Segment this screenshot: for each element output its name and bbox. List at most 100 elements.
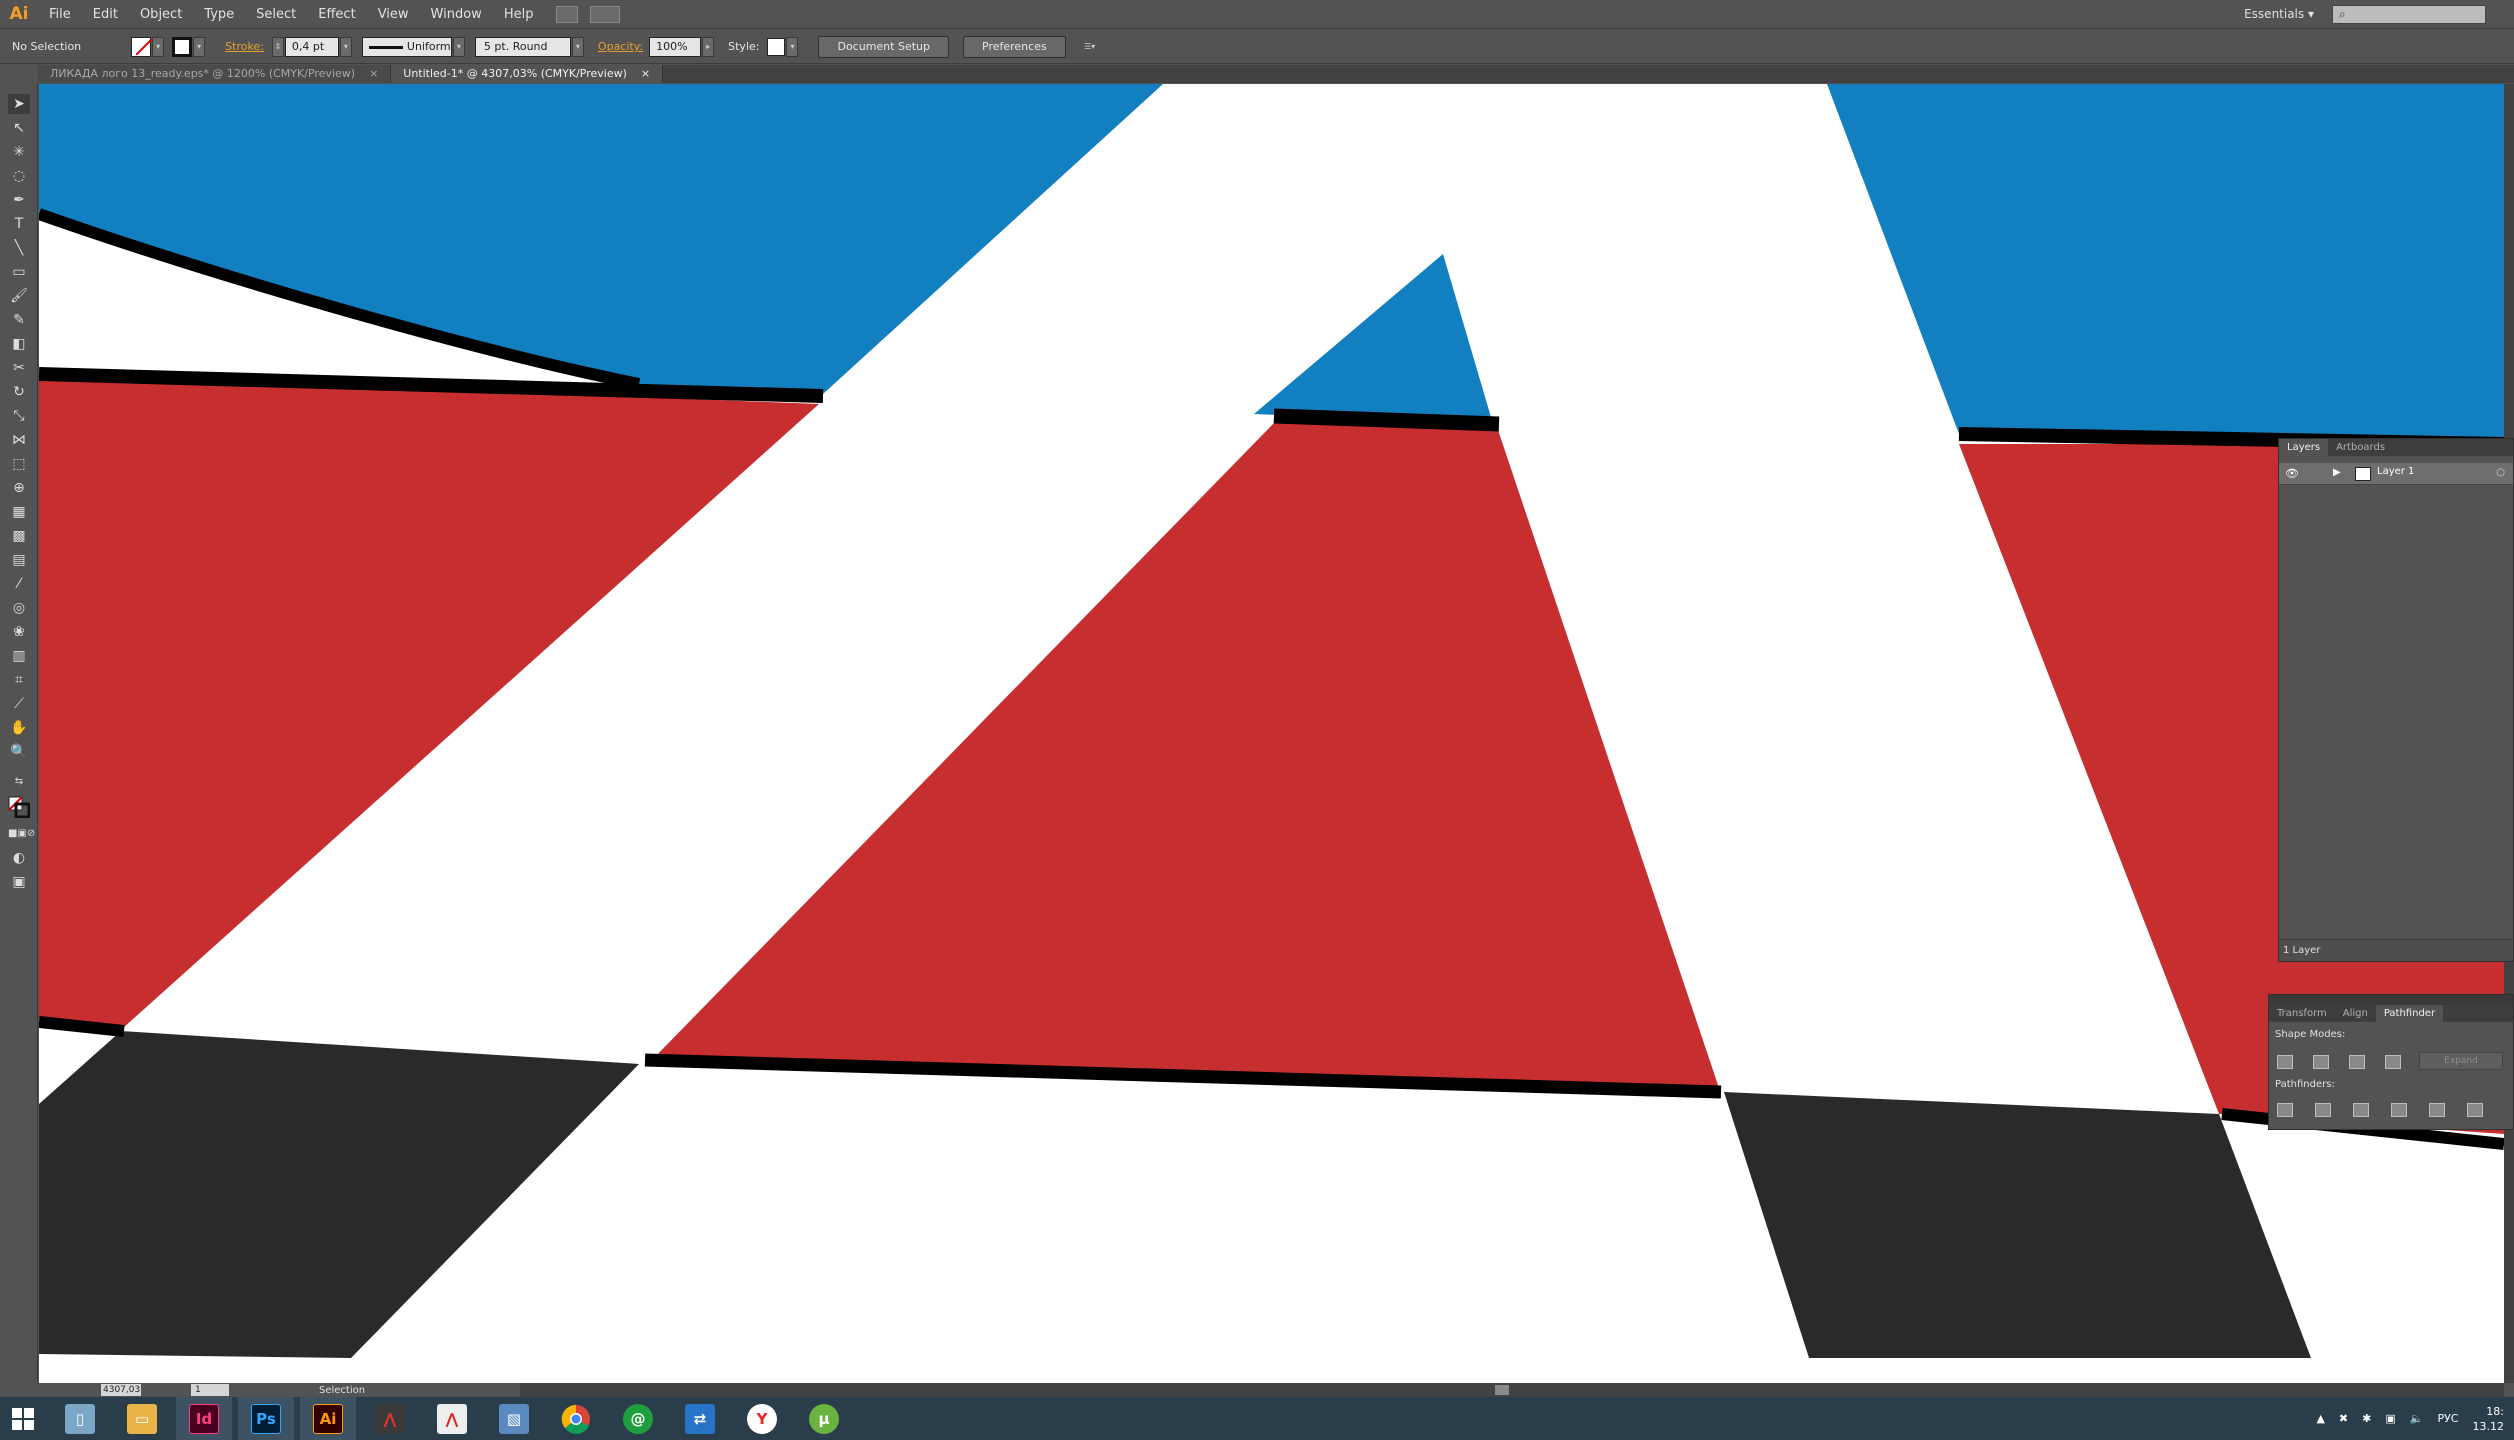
stroke-weight-dropdown-icon[interactable]: ▾ <box>339 36 352 57</box>
preferences-button[interactable]: Preferences <box>963 35 1066 58</box>
brush-definition[interactable]: 5 pt. Round <box>474 36 571 57</box>
expand-triangle-icon[interactable]: ▶ <box>2333 467 2341 478</box>
arrange-documents-icon[interactable] <box>590 5 621 23</box>
monitor-icon[interactable]: ▣ <box>2385 1412 2395 1425</box>
merge-icon[interactable] <box>2353 1103 2369 1117</box>
variable-width-profile[interactable]: Uniform <box>361 36 452 57</box>
tray-expand-icon[interactable]: ▲ <box>2316 1412 2324 1425</box>
eraser-tool-icon[interactable]: ◧ <box>8 334 30 354</box>
fill-swatch[interactable] <box>131 36 152 57</box>
tab-artboards[interactable]: Artboards <box>2328 439 2393 456</box>
tab-untitled-1[interactable]: Untitled-1* @ 4307,03% (CMYK/Preview) × <box>391 65 664 83</box>
scissors-tool-icon[interactable]: ✂ <box>8 358 30 378</box>
target-circle-icon[interactable]: ○ <box>2496 467 2505 478</box>
volume-icon[interactable]: 🔈 <box>2410 1412 2424 1425</box>
tab-likada-logo[interactable]: ЛИКАДА лого 13_ready.eps* @ 1200% (CMYK/… <box>38 65 392 83</box>
tab-transform[interactable]: Transform <box>2269 1005 2335 1022</box>
stroke-stepper-icon[interactable]: ⇕ <box>271 36 284 57</box>
workspace-switcher[interactable]: Essentials ▾ <box>2244 0 2314 29</box>
scale-tool-icon[interactable]: ⤡ <box>8 406 30 426</box>
artboard-navigation-field[interactable]: 1 <box>191 1384 229 1396</box>
close-icon[interactable]: × <box>641 65 650 83</box>
search-input[interactable]: ⌕ <box>2332 5 2486 24</box>
clock[interactable]: 18: 13.12 <box>2473 1404 2505 1434</box>
stroke-dropdown-icon[interactable]: ▾ <box>193 36 206 57</box>
taskbar-utorrent[interactable]: µ <box>796 1397 852 1440</box>
taskbar-illustrator[interactable]: Ai <box>300 1397 356 1440</box>
stroke-swatch[interactable] <box>172 36 193 57</box>
taskbar-acrobat[interactable]: ⋀ <box>362 1397 418 1440</box>
opacity-label[interactable]: Opacity: <box>598 40 643 53</box>
taskbar-photoshop[interactable]: Ps <box>238 1397 294 1440</box>
horizontal-scrollbar[interactable] <box>520 1383 2504 1397</box>
artboard-canvas[interactable] <box>39 84 2504 1383</box>
profile-dropdown-icon[interactable]: ▾ <box>452 36 465 57</box>
paintbrush-tool-icon[interactable]: 🖌 <box>8 286 30 306</box>
mesh-tool-icon[interactable]: ▩ <box>8 526 30 546</box>
network-icon[interactable]: ✖ <box>2339 1412 2348 1425</box>
taskbar-acrobat-reader[interactable]: ⋀ <box>424 1397 480 1440</box>
taskbar-indesign[interactable]: Id <box>176 1397 232 1440</box>
tab-align[interactable]: Align <box>2335 1005 2376 1022</box>
width-tool-icon[interactable]: ⋈ <box>8 430 30 450</box>
stroke-label[interactable]: Stroke: <box>225 40 264 53</box>
symbol-sprayer-tool-icon[interactable]: ❀ <box>8 622 30 642</box>
menu-type[interactable]: Type <box>193 0 245 29</box>
lasso-tool-icon[interactable]: ◌ <box>8 166 30 186</box>
eyedropper-tool-icon[interactable]: ⁄ <box>8 574 30 594</box>
menu-edit[interactable]: Edit <box>82 0 129 29</box>
direct-selection-tool-icon[interactable]: ↖ <box>8 118 30 138</box>
pen-tool-icon[interactable]: ✒ <box>8 190 30 210</box>
style-dropdown-icon[interactable]: ▾ <box>786 36 799 57</box>
zoom-tool-icon[interactable]: 🔍 <box>8 742 30 762</box>
fill-stroke-icon[interactable] <box>8 796 31 819</box>
taskbar-yandex-browser[interactable]: Y <box>734 1397 790 1440</box>
bridge-icon[interactable] <box>556 5 579 23</box>
magic-wand-tool-icon[interactable]: ✳ <box>8 142 30 162</box>
document-setup-button[interactable]: Document Setup <box>818 35 949 58</box>
tab-pathfinder[interactable]: Pathfinder <box>2375 1005 2444 1022</box>
windows-start-button[interactable] <box>0 1397 46 1440</box>
unite-icon[interactable] <box>2277 1055 2293 1069</box>
language-indicator[interactable]: РУС <box>2437 1412 2458 1425</box>
graph-tool-icon[interactable]: ▥ <box>8 646 30 666</box>
crop-icon[interactable] <box>2391 1103 2407 1117</box>
minus-front-icon[interactable] <box>2313 1055 2329 1069</box>
opacity-arrow-icon[interactable]: ▸ <box>702 36 715 57</box>
menu-view[interactable]: View <box>367 0 420 29</box>
menu-select[interactable]: Select <box>245 0 307 29</box>
pencil-tool-icon[interactable]: ✎ <box>8 310 30 330</box>
taskbar-photos-icon[interactable]: ▧ <box>486 1397 542 1440</box>
brush-dropdown-icon[interactable]: ▾ <box>571 36 584 57</box>
free-transform-tool-icon[interactable]: ⬚ <box>8 454 30 474</box>
draw-mode-icon[interactable]: ◐ <box>8 848 30 868</box>
gradient-tool-icon[interactable]: ▤ <box>8 550 30 570</box>
menu-help[interactable]: Help <box>493 0 545 29</box>
menu-window[interactable]: Window <box>420 0 493 29</box>
swap-colors-icon[interactable]: ⇆ <box>8 772 30 792</box>
perspective-grid-tool-icon[interactable]: ▦ <box>8 502 30 522</box>
taskbar-mail-agent[interactable]: @ <box>610 1397 666 1440</box>
taskbar-explorer-icon[interactable]: ▭ <box>114 1397 170 1440</box>
menu-file[interactable]: File <box>38 0 82 29</box>
update-icon[interactable]: ✱ <box>2362 1412 2371 1425</box>
opacity-field[interactable]: 100% <box>649 36 702 57</box>
taskbar-file-icon[interactable]: ▯ <box>52 1397 108 1440</box>
stroke-weight-field[interactable]: 0,4 pt <box>284 36 339 57</box>
layer-row[interactable]: 👁 ▶ Layer 1 ○ <box>2279 463 2513 485</box>
taskbar-chrome[interactable] <box>548 1397 604 1440</box>
outline-icon[interactable] <box>2429 1103 2445 1117</box>
horizontal-scroll-thumb[interactable] <box>1495 1385 1509 1395</box>
close-icon[interactable]: × <box>369 65 378 83</box>
zoom-level-field[interactable]: 4307,03 <box>101 1384 141 1396</box>
exclude-icon[interactable] <box>2385 1055 2401 1069</box>
divide-icon[interactable] <box>2277 1103 2293 1117</box>
layer-name[interactable]: Layer 1 <box>2377 466 2414 477</box>
screen-mode-icon[interactable]: ▣ <box>8 872 30 892</box>
blend-tool-icon[interactable]: ◎ <box>8 598 30 618</box>
color-mode-icon[interactable]: ■▣⊘ <box>8 824 35 844</box>
graphic-style-swatch[interactable] <box>767 37 786 56</box>
artboard-tool-icon[interactable]: ⌗ <box>8 670 30 690</box>
current-tool-status[interactable]: Selection <box>319 1385 365 1396</box>
minus-back-icon[interactable] <box>2467 1103 2483 1117</box>
